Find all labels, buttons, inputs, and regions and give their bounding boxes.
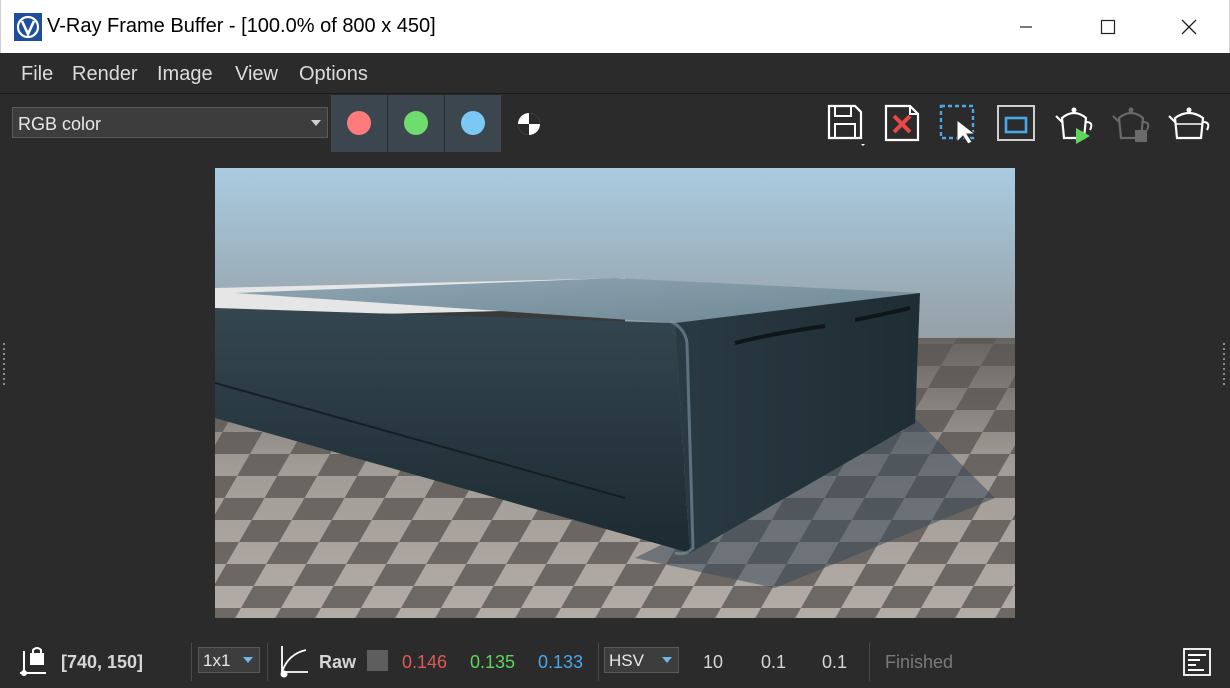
vray-logo-icon bbox=[14, 13, 42, 41]
sample-size-select[interactable]: 1x1 bbox=[198, 647, 260, 673]
chevron-down-icon bbox=[311, 120, 321, 126]
divider bbox=[267, 643, 268, 681]
render-status: Finished bbox=[885, 652, 954, 672]
sample-size-value: 1x1 bbox=[203, 651, 231, 670]
divider bbox=[598, 643, 599, 681]
maximize-icon bbox=[1100, 19, 1116, 35]
left-panel-grip-icon[interactable] bbox=[3, 343, 7, 393]
blue-value: 0.133 bbox=[538, 652, 584, 672]
clear-image-icon[interactable] bbox=[880, 100, 924, 146]
window-title: V-Ray Frame Buffer - [100.0% of 800 x 45… bbox=[47, 15, 436, 37]
minimize-button[interactable] bbox=[1003, 8, 1049, 46]
log-panel-icon[interactable] bbox=[1182, 647, 1212, 677]
blue-channel-button[interactable] bbox=[445, 95, 501, 152]
menu-image[interactable]: Image bbox=[157, 63, 213, 86]
menu-bar: File Render Image View Options bbox=[0, 53, 1230, 94]
render-teapot-icon[interactable] bbox=[1167, 100, 1211, 146]
green-dot-icon bbox=[404, 111, 428, 135]
hue-value: 10 bbox=[703, 652, 724, 672]
blue-dot-icon bbox=[461, 111, 485, 135]
red-channel-button[interactable] bbox=[331, 95, 387, 152]
alpha-channel-icon[interactable] bbox=[516, 111, 542, 137]
channel-select[interactable]: RGB color bbox=[12, 107, 328, 138]
chevron-down-icon bbox=[243, 657, 253, 663]
divider bbox=[191, 643, 192, 681]
green-channel-button[interactable] bbox=[388, 95, 444, 152]
close-icon bbox=[1181, 19, 1197, 35]
save-image-icon[interactable] bbox=[823, 100, 867, 146]
menu-options[interactable]: Options bbox=[299, 63, 368, 86]
rendered-image[interactable] bbox=[215, 168, 1015, 618]
status-bar: [740, 150] 1x1 Raw 0.146 0.135 0.133 HSV… bbox=[0, 635, 1230, 688]
value-value: 0.1 bbox=[822, 652, 848, 672]
chevron-down-icon bbox=[662, 657, 672, 663]
color-mode-value: HSV bbox=[609, 651, 644, 670]
saturation-value: 0.1 bbox=[761, 652, 787, 672]
region-render-icon[interactable] bbox=[937, 100, 981, 146]
stop-render-icon[interactable] bbox=[1109, 100, 1153, 146]
red-dot-icon bbox=[347, 111, 371, 135]
divider bbox=[869, 643, 870, 681]
color-curve-icon[interactable] bbox=[278, 644, 310, 678]
maximize-button[interactable] bbox=[1085, 8, 1131, 46]
menu-render[interactable]: Render bbox=[72, 63, 138, 86]
start-interactive-render-icon[interactable] bbox=[1052, 100, 1096, 146]
green-value: 0.135 bbox=[470, 652, 516, 672]
menu-file[interactable]: File bbox=[21, 63, 53, 86]
viewport-render-icon[interactable] bbox=[994, 100, 1038, 146]
red-value: 0.146 bbox=[402, 652, 448, 672]
pixel-color-swatch bbox=[367, 650, 388, 671]
raw-label: Raw bbox=[319, 652, 357, 672]
right-panel-grip-icon[interactable] bbox=[1222, 343, 1226, 393]
pixel-info-lock-icon[interactable] bbox=[18, 647, 48, 677]
color-mode-select[interactable]: HSV bbox=[604, 647, 679, 673]
menu-view[interactable]: View bbox=[235, 63, 278, 86]
title-bar: V-Ray Frame Buffer - [100.0% of 800 x 45… bbox=[0, 0, 1230, 53]
close-button[interactable] bbox=[1166, 8, 1212, 46]
minimize-icon bbox=[1020, 26, 1032, 28]
pixel-coordinates: [740, 150] bbox=[61, 652, 144, 672]
channel-select-value: RGB color bbox=[18, 114, 102, 134]
